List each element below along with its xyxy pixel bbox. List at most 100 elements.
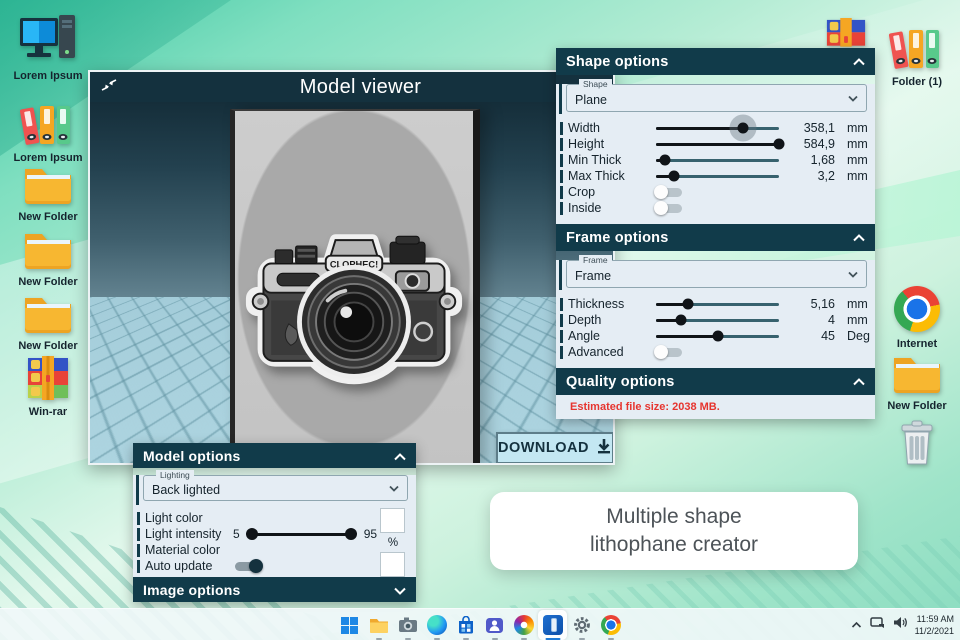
shape-options-header[interactable]: Shape options xyxy=(556,48,875,75)
height-slider[interactable] xyxy=(656,138,785,150)
clock-time: 11:59 AM xyxy=(916,613,954,624)
binders-icon xyxy=(888,24,946,75)
taskbar-chrome[interactable] xyxy=(596,610,625,640)
auto-update-toggle[interactable] xyxy=(235,558,263,573)
taskbar-edge-browser[interactable] xyxy=(422,610,451,640)
taskbar-clock[interactable]: 11:59 AM 11/2/2021 xyxy=(915,613,954,637)
desktop-icon-label: Win-rar xyxy=(28,406,68,418)
taskbar-lithophane-app-active[interactable] xyxy=(538,610,567,640)
taskbar-windows-start-button[interactable] xyxy=(335,610,364,640)
desktop-icon-new-folder-2[interactable]: New Folder xyxy=(9,228,87,289)
crop-toggle[interactable] xyxy=(654,184,682,199)
viewer-titlebar: Model viewer xyxy=(90,72,613,102)
angle-slider[interactable] xyxy=(656,330,779,342)
model-viewer-window: Model viewer CLOPHEC! DOWNLOAD xyxy=(88,70,615,465)
min-thick-slider[interactable] xyxy=(656,154,779,166)
slider-row-height: Height 584,9 mm xyxy=(556,136,875,152)
desktop-icon-new-folder-1[interactable]: New Folder xyxy=(9,163,87,224)
desktop-icon-internet[interactable]: Internet xyxy=(878,286,956,351)
light-intensity-slider[interactable] xyxy=(246,528,358,540)
slider-row-max-thick: Max Thick 3,2 mm xyxy=(556,168,875,184)
download-button[interactable]: DOWNLOAD xyxy=(496,432,613,463)
slider-row-thickness: Thickness 5,16 mm xyxy=(556,296,875,312)
collapse-icon[interactable] xyxy=(100,77,118,98)
taskbar-settings[interactable] xyxy=(567,610,596,640)
depth-slider[interactable] xyxy=(656,314,779,326)
advanced-toggle[interactable] xyxy=(654,344,682,359)
taskbar-teams[interactable] xyxy=(480,610,509,640)
quality-options-header[interactable]: Quality options xyxy=(556,368,875,395)
caption-line-2: lithophane creator xyxy=(589,533,759,556)
lithophane-plane: CLOPHEC! xyxy=(230,109,480,463)
model-options-header[interactable]: Model options xyxy=(133,443,416,468)
taskbar: 11:59 AM 11/2/2021 xyxy=(0,608,960,640)
folder-icon xyxy=(22,228,74,275)
caption-card: Multiple shape lithophane creator xyxy=(490,492,858,570)
inside-toggle[interactable] xyxy=(654,200,682,215)
lighting-select[interactable]: Lighting Back lighted xyxy=(136,470,408,505)
tray-display-icon[interactable] xyxy=(869,616,885,634)
chevron-up-icon xyxy=(394,448,406,464)
slider-row-min-thick: Min Thick 1,68 mm xyxy=(556,152,875,168)
desktop-icon-winrar[interactable]: Win-rar xyxy=(9,356,87,419)
chevron-down-icon xyxy=(848,89,858,107)
chrome-icon xyxy=(894,286,940,332)
tray-chevron-up-icon[interactable] xyxy=(851,616,862,634)
chevron-down-icon xyxy=(389,479,399,497)
folder-icon xyxy=(22,163,74,210)
folder-icon xyxy=(22,292,74,339)
desktop-icon-label: New Folder xyxy=(18,340,78,352)
chevron-down-icon xyxy=(394,582,406,598)
caption-line-1: Multiple shape xyxy=(606,505,742,529)
slider-row-width: Width 358,1 mm xyxy=(556,114,875,142)
thickness-slider[interactable] xyxy=(656,298,779,310)
desktop-icon-computer[interactable]: Lorem Ipsum xyxy=(9,12,87,83)
slider-row-depth: Depth 4 mm xyxy=(556,312,875,328)
max-thick-slider[interactable] xyxy=(656,170,779,182)
estimated-file-size: Estimated file size: 2038 MB. xyxy=(570,401,720,413)
download-icon xyxy=(596,438,612,459)
desktop-icon-new-folder-3[interactable]: New Folder xyxy=(9,292,87,353)
desktop-icon-recycle-bin[interactable] xyxy=(878,420,956,471)
desktop-icon-label: New Folder xyxy=(887,400,947,412)
trash-icon xyxy=(896,420,938,471)
frame-select[interactable]: Frame Frame xyxy=(559,255,867,290)
toggle-row-inside: Inside xyxy=(556,200,875,216)
tray-volume-icon[interactable] xyxy=(893,616,907,634)
intensity-unit: % xyxy=(387,537,399,549)
chevron-up-icon xyxy=(853,54,865,70)
chevron-up-icon xyxy=(853,374,865,390)
model-options-window: Model options Lighting Back lighted Ligh… xyxy=(133,443,416,602)
chevron-down-icon xyxy=(848,265,858,283)
binders-icon xyxy=(19,100,77,151)
model-options-panel: Lighting Back lighted Light color Light … xyxy=(133,470,416,577)
shape-select[interactable]: Shape Plane xyxy=(559,79,867,114)
desktop-icon-folder1-binders[interactable]: Folder (1) xyxy=(878,24,956,89)
toggle-row-crop: Crop xyxy=(556,184,875,200)
shape-options-panel: Shape Plane Width 358,1 mm Height 584,9 mm… xyxy=(556,79,875,224)
quality-options-panel: Estimated file size: 2038 MB. xyxy=(556,395,875,419)
width-slider[interactable] xyxy=(656,114,779,142)
toggle-row-advanced: Advanced xyxy=(556,344,875,360)
viewer-title: Model viewer xyxy=(299,75,422,98)
winrar-icon xyxy=(25,356,71,405)
desktop-icon-new-folder-right[interactable]: New Folder xyxy=(878,352,956,413)
viewer-3d-area[interactable]: CLOPHEC! DOWNLOAD xyxy=(90,102,613,463)
frame-options-header[interactable]: Frame options xyxy=(556,224,875,251)
clock-date: 11/2/2021 xyxy=(914,626,954,636)
material-color-swatch[interactable] xyxy=(380,552,405,577)
light-color-row: Light color xyxy=(133,510,416,526)
desktop: Lorem Ipsum Lorem Ipsum New Folder New F… xyxy=(0,0,960,640)
image-options-header[interactable]: Image options xyxy=(133,577,416,602)
computer-icon xyxy=(18,12,78,69)
auto-update-row: Auto update xyxy=(133,558,416,574)
camera-lithophane-image: CLOPHEC! xyxy=(239,207,469,397)
desktop-icon-binders[interactable]: Lorem Ipsum xyxy=(9,100,87,165)
desktop-icon-label: Folder (1) xyxy=(891,76,943,88)
light-color-swatch[interactable] xyxy=(380,508,405,533)
taskbar-microsoft-store[interactable] xyxy=(451,610,480,640)
taskbar-photos-app[interactable] xyxy=(509,610,538,640)
taskbar-camera-app[interactable] xyxy=(393,610,422,640)
desktop-icon-label: Lorem Ipsum xyxy=(13,70,83,82)
taskbar-file-explorer[interactable] xyxy=(364,610,393,640)
